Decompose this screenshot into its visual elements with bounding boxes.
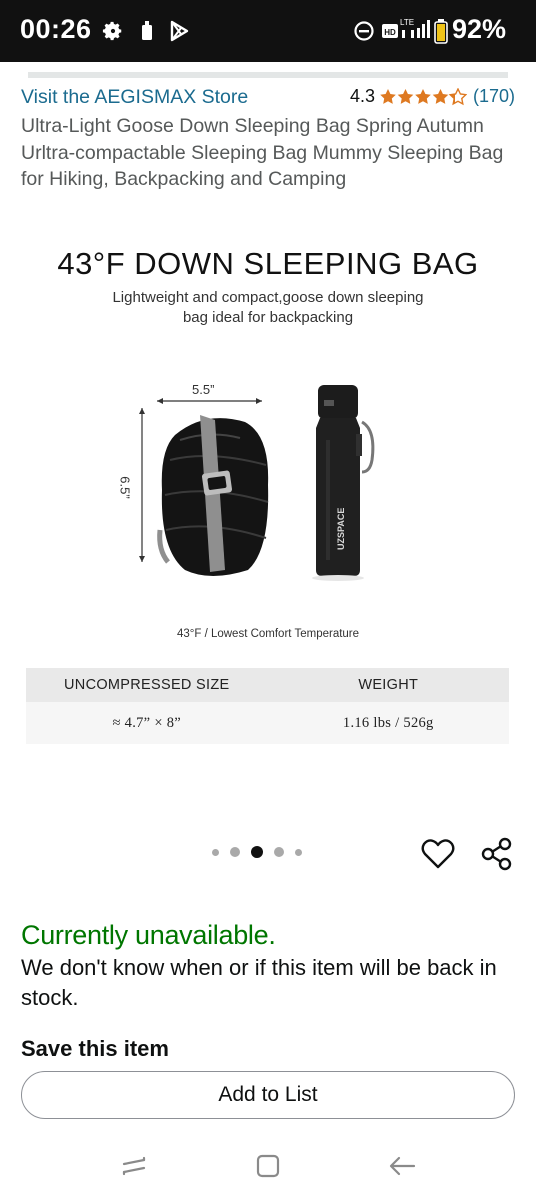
spec-value-size: ≈ 4.7” × 8” <box>112 714 182 731</box>
play-store-icon <box>168 18 190 44</box>
spec-table: UNCOMPRESSED SIZE WEIGHT ≈ 4.7” × 8” 1.1… <box>26 668 509 744</box>
star-rating <box>379 87 467 106</box>
hd-icon: HD <box>381 18 399 44</box>
product-image[interactable]: 43°F DOWN SLEEPING BAG Lightweight and c… <box>0 210 536 770</box>
rating-summary[interactable]: 4.3 (170) <box>350 86 515 107</box>
network-label: LTE <box>400 18 414 27</box>
back-icon[interactable] <box>386 1150 418 1182</box>
spec-header-row: UNCOMPRESSED SIZE WEIGHT <box>26 668 509 702</box>
save-item-heading: Save this item <box>21 1036 169 1061</box>
product-title: Ultra-Light Goose Down Sleeping Bag Spri… <box>21 115 504 190</box>
spec-value-weight: 1.16 lbs / 526g <box>342 714 434 731</box>
status-time: 00:26 <box>20 14 92 44</box>
battery-icon <box>434 18 448 44</box>
sleeping-bag-sack <box>157 415 269 576</box>
add-to-list-button[interactable]: Add to List <box>21 1071 515 1119</box>
water-bottle: UZSPACE <box>312 385 375 581</box>
share-icon[interactable] <box>480 836 514 872</box>
carousel-dot[interactable] <box>212 848 219 856</box>
recents-icon[interactable] <box>118 1150 150 1182</box>
spec-value-row: ≈ 4.7” × 8” 1.16 lbs / 526g <box>26 702 509 744</box>
carousel-dot-active[interactable] <box>251 846 263 858</box>
height-dimension-arrow <box>139 408 145 562</box>
availability-message: We don't know when or if this item will … <box>21 955 497 1010</box>
home-icon[interactable] <box>252 1150 284 1182</box>
svg-text:HD: HD <box>384 28 396 37</box>
store-link[interactable]: Visit the AEGISMAX Store <box>21 86 248 109</box>
width-dimension-arrow <box>157 398 262 404</box>
dnd-icon <box>353 18 375 44</box>
comfort-temperature-note: 43°F / Lowest Comfort Temperature <box>176 628 360 640</box>
battery-percent: 92% <box>451 14 506 44</box>
spec-header-weight: WEIGHT <box>358 677 419 693</box>
rating-count: (170) <box>472 86 515 106</box>
status-bar: 00:26 HD LTE 92% <box>0 0 536 62</box>
availability-status: Currently unavailable. <box>21 920 276 950</box>
carousel-dot[interactable] <box>295 848 302 856</box>
carousel-dot[interactable] <box>230 847 240 857</box>
product-illustration: UZSPACE <box>139 385 375 581</box>
rating-value: 4.3 <box>349 86 375 106</box>
bottle-brand-text: UZSPACE <box>336 508 346 550</box>
sim-icon <box>140 18 154 44</box>
signal-icon: LTE <box>400 16 434 42</box>
page-top-divider <box>28 72 508 78</box>
stars-icon <box>380 87 467 105</box>
carousel-dot[interactable] <box>274 847 284 857</box>
heart-icon[interactable] <box>420 836 456 872</box>
system-nav-bar <box>0 1132 536 1200</box>
spec-header-size: UNCOMPRESSED SIZE <box>64 677 230 693</box>
carousel-dots[interactable] <box>212 846 302 858</box>
settings-icon <box>102 18 124 44</box>
